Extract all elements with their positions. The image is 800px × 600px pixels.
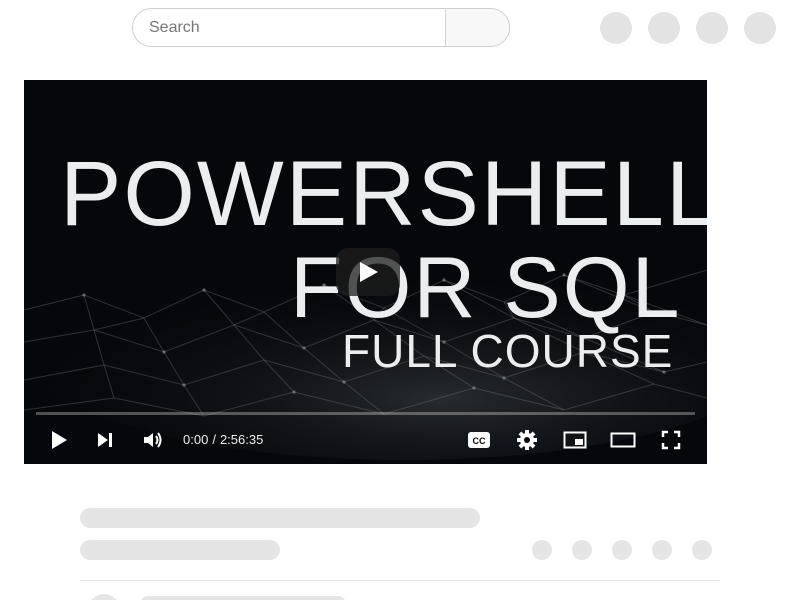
duration: 2:56:35 bbox=[219, 432, 264, 447]
next-button[interactable] bbox=[87, 424, 123, 456]
play-icon bbox=[360, 262, 378, 282]
header-icon-2[interactable] bbox=[648, 12, 680, 44]
title-placeholder bbox=[80, 508, 480, 528]
svg-text:CC: CC bbox=[473, 436, 486, 446]
next-icon bbox=[98, 433, 112, 447]
large-play-button[interactable] bbox=[336, 248, 400, 296]
channel-name-placeholder bbox=[140, 596, 346, 600]
current-time: 0:00 bbox=[183, 432, 209, 447]
action-placeholder-2 bbox=[572, 540, 592, 560]
action-placeholder-1 bbox=[532, 540, 552, 560]
time-display: 0:00/2:56:35 bbox=[183, 432, 263, 447]
search-button[interactable] bbox=[445, 9, 509, 46]
action-placeholder-4 bbox=[652, 540, 672, 560]
divider bbox=[80, 580, 720, 581]
channel-avatar-placeholder bbox=[88, 594, 120, 600]
action-placeholder-5 bbox=[692, 540, 712, 560]
search-input[interactable] bbox=[133, 9, 445, 46]
action-placeholder-3 bbox=[612, 540, 632, 560]
miniplayer-button[interactable] bbox=[557, 424, 593, 456]
miniplayer-icon bbox=[563, 431, 587, 449]
fullscreen-icon bbox=[661, 430, 681, 450]
thumbnail-title-line-1: POWERSHELL bbox=[60, 143, 707, 245]
captions-icon: CC bbox=[468, 432, 490, 448]
progress-bar[interactable] bbox=[36, 412, 695, 415]
page: POWERSHELL FOR SQL FULL COURSE bbox=[0, 0, 800, 600]
settings-button[interactable] bbox=[509, 424, 545, 456]
header-icon-3[interactable] bbox=[696, 12, 728, 44]
gear-icon bbox=[517, 430, 537, 450]
play-icon bbox=[52, 431, 67, 449]
subtitle-placeholder bbox=[80, 540, 280, 560]
play-button[interactable] bbox=[41, 424, 77, 456]
header-icon-4[interactable] bbox=[744, 12, 776, 44]
volume-button[interactable] bbox=[135, 424, 171, 456]
fullscreen-button[interactable] bbox=[653, 424, 689, 456]
search-bar bbox=[132, 8, 510, 47]
time-separator: / bbox=[212, 432, 216, 447]
volume-icon bbox=[144, 432, 162, 448]
theater-icon bbox=[610, 432, 636, 448]
captions-button[interactable]: CC bbox=[461, 424, 497, 456]
video-player[interactable]: POWERSHELL FOR SQL FULL COURSE 0:00 / 2:… bbox=[24, 80, 707, 464]
theater-mode-button[interactable] bbox=[605, 424, 641, 456]
thumbnail-title-line-3: FULL COURSE bbox=[342, 325, 674, 377]
header-icon-1[interactable] bbox=[600, 12, 632, 44]
